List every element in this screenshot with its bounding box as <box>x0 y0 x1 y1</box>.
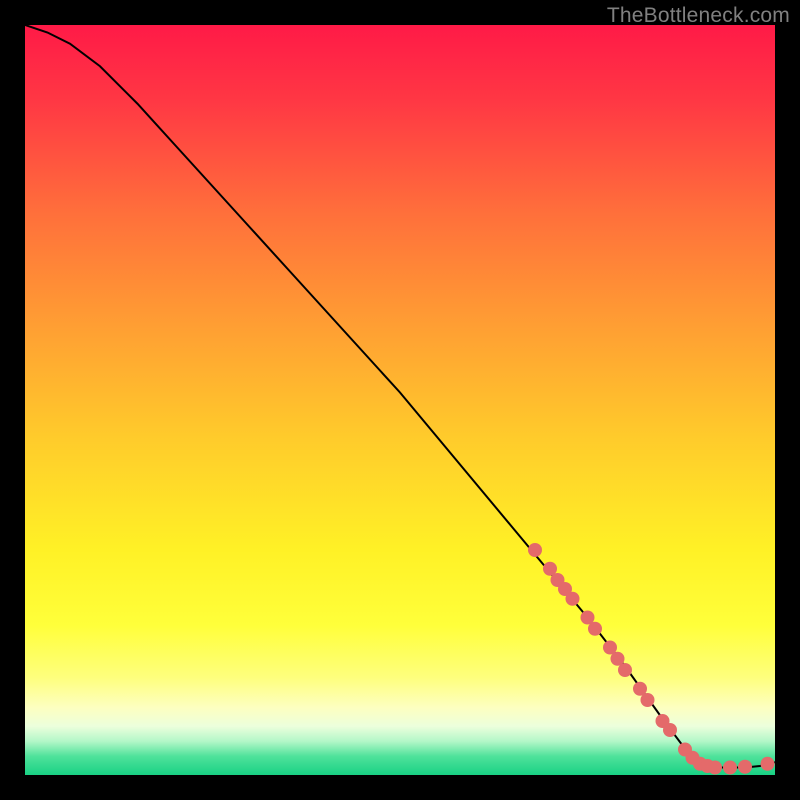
scatter-dot <box>723 761 737 775</box>
scatter-dot <box>566 592 580 606</box>
watermark-text: TheBottleneck.com <box>607 4 790 28</box>
scatter-dots <box>528 543 775 775</box>
scatter-dot <box>618 663 632 677</box>
data-curve <box>25 25 775 768</box>
scatter-dot <box>738 760 752 774</box>
scatter-dot <box>528 543 542 557</box>
scatter-dot <box>708 761 722 775</box>
scatter-dot <box>588 622 602 636</box>
chart-overlay <box>25 25 775 775</box>
chart-plot-area <box>25 25 775 775</box>
scatter-dot <box>641 693 655 707</box>
scatter-dot <box>663 723 677 737</box>
scatter-dot <box>761 757 775 771</box>
